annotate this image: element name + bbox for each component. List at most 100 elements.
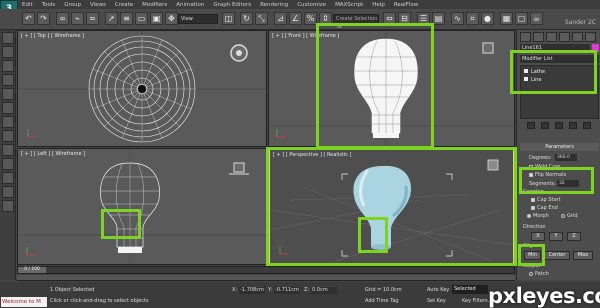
tool-1-icon[interactable] — [2, 32, 14, 44]
tool-4-icon[interactable] — [2, 74, 14, 86]
schematic-view-icon[interactable]: ⌗ — [466, 12, 479, 25]
menu-edit[interactable]: Edit — [22, 2, 33, 8]
tool-5-icon[interactable] — [2, 88, 14, 100]
parameters-rollout-header[interactable]: Parameters — [520, 143, 599, 151]
pin-stack-icon[interactable] — [527, 122, 535, 129]
auto-key-button[interactable]: Auto Key — [427, 287, 449, 293]
checkbox[interactable] — [531, 205, 535, 210]
material-editor-icon[interactable]: ● — [481, 12, 494, 25]
x-value[interactable]: -1.708cm — [239, 287, 266, 294]
y-value[interactable]: -0.711cm — [274, 287, 301, 294]
menu-realflow[interactable]: RealFlow — [394, 2, 418, 8]
radio[interactable] — [561, 213, 565, 218]
show-end-result-icon[interactable] — [541, 122, 549, 129]
direction-label: Direction — [523, 224, 546, 230]
bind-space-warp-icon[interactable]: ≈ — [86, 12, 99, 25]
pivot-icon[interactable]: ◫ — [222, 12, 235, 25]
utilities-tab-icon[interactable] — [585, 32, 596, 42]
time-slider-thumb[interactable]: 0 / 100 — [18, 267, 46, 273]
configure-sets-icon[interactable] — [583, 122, 591, 129]
reference-coordinate-select[interactable]: View — [178, 14, 218, 24]
add-time-tag-button[interactable]: Add Time Tag — [365, 298, 399, 304]
cap-start-checkbox[interactable]: Cap Start — [531, 197, 561, 203]
direction-y-button[interactable]: Y — [549, 232, 563, 241]
menu-help[interactable]: Help — [372, 2, 385, 8]
redo-icon[interactable]: ↷ — [37, 12, 50, 25]
degrees-spinner[interactable]: 360.0 — [555, 154, 577, 161]
menu-modifiers[interactable]: Modifiers — [142, 2, 167, 8]
modify-tab-icon[interactable] — [533, 32, 544, 42]
z-label: Z: — [304, 287, 310, 293]
curve-editor-icon[interactable]: ∿ — [451, 12, 464, 25]
render-setup-icon[interactable]: ▦ — [500, 12, 513, 25]
key-selection-dropdown[interactable]: Selected — [452, 285, 488, 294]
menu-create[interactable]: Create — [115, 2, 133, 8]
tool-12-icon[interactable] — [2, 186, 14, 198]
tool-9-icon[interactable] — [2, 144, 14, 156]
tool-8-icon[interactable] — [2, 130, 14, 142]
align-max-button[interactable]: Max — [573, 251, 593, 260]
motion-tab-icon[interactable] — [559, 32, 570, 42]
set-key-button[interactable]: Set Key — [427, 298, 446, 304]
time-slider[interactable]: 0 / 100 — [17, 266, 515, 274]
tool-10-icon[interactable] — [2, 158, 14, 170]
x-coordinate[interactable]: X: -1.708cm — [232, 287, 266, 294]
menu-graph-editors[interactable]: Graph Editors — [213, 2, 251, 8]
degrees-label: Degrees: — [529, 155, 552, 161]
move-icon[interactable]: ✥ — [165, 12, 178, 25]
create-tab-icon[interactable] — [520, 32, 531, 42]
select-by-name-icon[interactable]: ≡ — [120, 12, 133, 25]
remove-modifier-icon[interactable] — [569, 122, 577, 129]
checkbox[interactable] — [531, 197, 535, 202]
y-label: Y: — [268, 287, 273, 293]
make-unique-icon[interactable] — [555, 122, 563, 129]
tool-3-icon[interactable] — [2, 60, 14, 72]
menu-rendering[interactable]: Rendering — [260, 2, 288, 8]
viewport-top[interactable]: [ + ] [ Top ] [ Wireframe ] — [17, 30, 267, 147]
menu-customize[interactable]: Customize — [297, 2, 326, 8]
display-tab-icon[interactable] — [572, 32, 583, 42]
scale-icon[interactable]: ⤡ — [255, 12, 268, 25]
window-crossing-icon[interactable]: ▣ — [150, 12, 163, 25]
tool-6-icon[interactable] — [2, 102, 14, 114]
grid-radio[interactable]: Grid — [561, 213, 578, 219]
direction-z-button[interactable]: Z — [567, 232, 581, 241]
morph-radio[interactable]: Morph — [527, 213, 549, 219]
select-object-icon[interactable]: ➚ — [105, 12, 118, 25]
viewport-left[interactable]: [ + ] [ Left ] [ Wireframe ] — [17, 148, 267, 265]
rendered-frame-icon[interactable]: ▢ — [515, 12, 528, 25]
tool-11-icon[interactable] — [2, 172, 14, 184]
menu-group[interactable]: Group — [64, 2, 81, 8]
radio[interactable] — [529, 271, 533, 276]
z-coordinate[interactable]: Z: 0.0cm — [304, 287, 338, 294]
z-value[interactable]: 0.0cm — [311, 287, 338, 294]
patch-radio[interactable]: Patch — [529, 271, 549, 277]
menu-animation[interactable]: Animation — [176, 2, 204, 8]
direction-x-button[interactable]: X — [531, 232, 545, 241]
region-select-icon[interactable]: ▭ — [135, 12, 148, 25]
cap-end-checkbox[interactable]: Cap End — [531, 205, 558, 211]
menu-maxscript[interactable]: MAXScript — [335, 2, 363, 8]
hierarchy-tab-icon[interactable] — [546, 32, 557, 42]
tool-13-icon[interactable] — [2, 200, 14, 212]
rotate-icon[interactable]: ↻ — [240, 12, 253, 25]
radio[interactable] — [527, 213, 531, 218]
link-icon[interactable]: ∞ — [56, 12, 69, 25]
prompt-hint: Click or click-and-drag to select object… — [50, 298, 149, 304]
grid-label: Grid — [567, 213, 578, 219]
maxscript-listener[interactable]: Welcome to M — [1, 297, 47, 307]
tool-7-icon[interactable] — [2, 116, 14, 128]
menu-tools[interactable]: Tools — [42, 2, 56, 8]
snap-icon[interactable]: ⊿ — [274, 12, 287, 25]
tool-2-icon[interactable] — [2, 46, 14, 58]
undo-icon[interactable]: ↶ — [22, 12, 35, 25]
watermark: pxleyes.com — [488, 284, 600, 308]
render-icon[interactable]: ☕ — [530, 12, 543, 25]
align-center-button[interactable]: Center — [544, 251, 570, 260]
y-coordinate[interactable]: Y: -0.711cm — [268, 287, 301, 294]
angle-snap-icon[interactable]: ∠ — [289, 12, 302, 25]
track-bar[interactable] — [17, 275, 515, 281]
menu-views[interactable]: Views — [90, 2, 106, 8]
x-label: X: — [232, 287, 238, 293]
unlink-icon[interactable]: ⌁ — [71, 12, 84, 25]
